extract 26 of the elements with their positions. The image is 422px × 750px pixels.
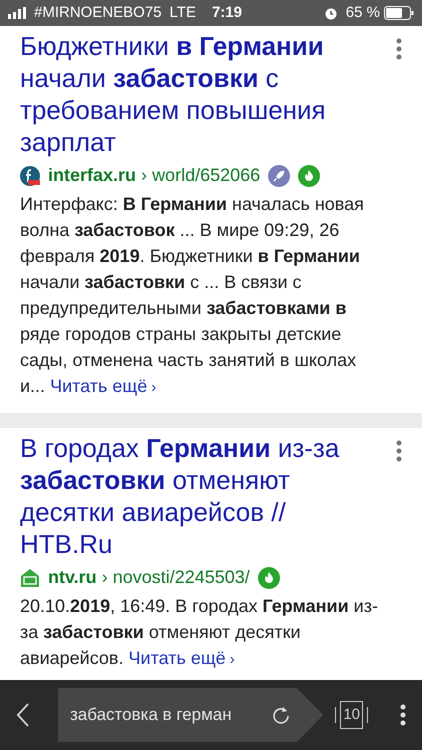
battery-icon <box>384 6 414 20</box>
alarm-icon <box>324 6 338 20</box>
read-more-link[interactable]: Читать ещё › <box>128 648 235 668</box>
address-text: забастовка в герман <box>70 704 233 726</box>
clock: 7:19 <box>212 2 242 23</box>
reload-icon[interactable] <box>271 705 292 725</box>
carrier-name: #MIRNOENEBO75 <box>34 2 162 23</box>
site-logo-icon <box>20 568 40 588</box>
menu-icon[interactable] <box>400 704 406 726</box>
fire-icon <box>258 566 280 588</box>
back-icon[interactable] <box>16 702 30 728</box>
result-snippet: Интерфакс: В Германии началась новая волна забастовок ... В мире 09:29, 26 февраля 2019. Бюджетники в Германии начали забастовки с ... В связи с предупредительными забастовками в ряде городов страны закрыты детские сады, отменена часть занятий в школах и... Читать ещё › <box>20 193 365 398</box>
rocket-icon <box>268 164 290 186</box>
result-snippet: 20.10.2019, 16:49. В городах Германии из-за забастовки отменяют десятки авиарейсов. Читать ещё › <box>20 595 379 670</box>
site-logo-icon <box>20 166 40 186</box>
more-options-icon[interactable] <box>396 38 402 60</box>
result-title-link[interactable]: Бюджетники в Германии начали забастовки с требованием повышения зарплат <box>20 30 384 158</box>
result-url-link[interactable]: interfax.ru › world/652066 <box>48 162 260 189</box>
network-type: LTE <box>170 2 196 23</box>
battery-percent: 65 % <box>346 2 380 23</box>
result-url-link[interactable]: ntv.ru › novosti/2245503/ <box>48 564 250 591</box>
address-field[interactable]: забастовка в герман <box>58 688 324 742</box>
read-more-link[interactable]: Читать ещё › <box>50 376 156 396</box>
more-options-icon[interactable] <box>396 440 402 462</box>
result-title-link[interactable]: В городах Германии из-за забастовки отменяют десятки авиарейсов // НТВ.Ru <box>20 432 384 560</box>
fire-icon <box>298 164 320 186</box>
